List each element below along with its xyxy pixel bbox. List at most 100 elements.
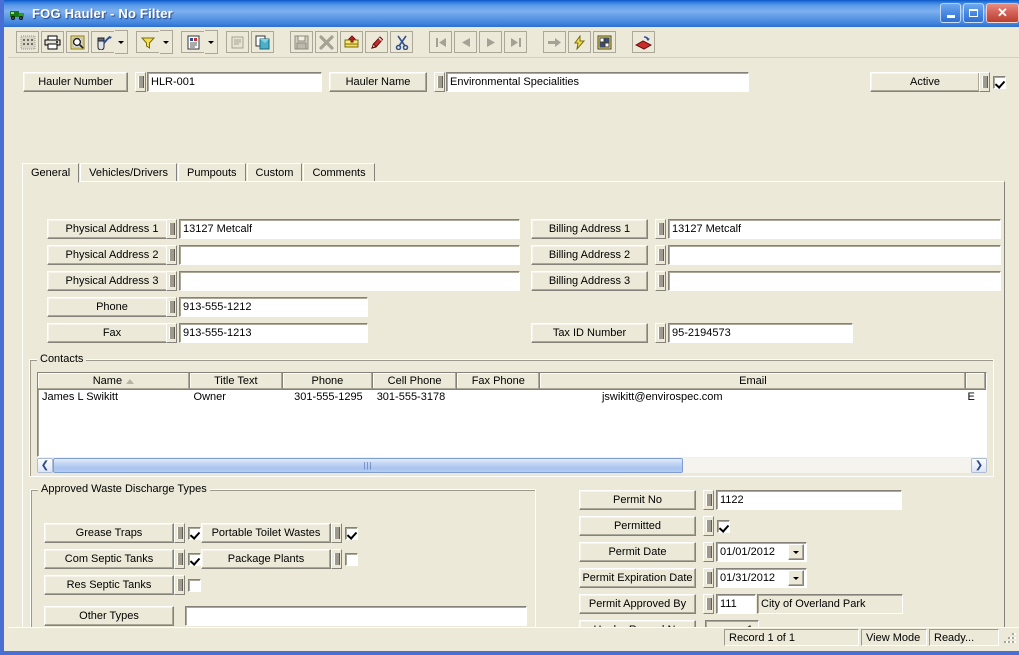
column-header-overflow[interactable]	[966, 373, 986, 390]
phone-label[interactable]: Phone	[47, 297, 177, 317]
billing-address-1-pin[interactable]	[655, 219, 666, 239]
permit-expiration-date-pin[interactable]	[703, 568, 714, 588]
physical-address-3-pin[interactable]	[166, 271, 177, 291]
contacts-horizontal-scrollbar[interactable]: ❮ ||| ❯	[37, 457, 987, 473]
permit-no-pin[interactable]	[703, 490, 714, 510]
print-icon[interactable]	[41, 31, 64, 53]
tab-custom[interactable]: Custom	[246, 163, 303, 182]
new-record-icon[interactable]	[340, 31, 363, 53]
filter-funnel-icon[interactable]	[136, 31, 159, 53]
hauler-name-label[interactable]: Hauler Name	[329, 72, 427, 92]
column-header-phone[interactable]: Phone	[282, 373, 373, 390]
portable-toilet-wastes-label[interactable]: Portable Toilet Wastes	[201, 523, 331, 543]
physical-address-2-input[interactable]	[179, 245, 520, 265]
hauler-name-pin[interactable]	[434, 72, 445, 92]
com-septic-tanks-pin[interactable]	[174, 549, 185, 569]
layout-grid-icon[interactable]	[593, 31, 616, 53]
res-septic-tanks-checkbox[interactable]	[185, 575, 203, 595]
permit-date-label[interactable]: Permit Date	[579, 542, 696, 562]
tab-general[interactable]: General	[22, 163, 80, 183]
hauler-number-pin[interactable]	[135, 72, 146, 92]
active-label[interactable]: Active	[870, 72, 980, 92]
permit-approved-by-pin[interactable]	[703, 594, 714, 614]
permit-expiration-date-label[interactable]: Permit Expiration Date	[579, 568, 696, 588]
close-button[interactable]: ✕	[986, 3, 1019, 23]
filter-dropdown-arrow[interactable]	[160, 30, 173, 54]
package-plants-pin[interactable]	[331, 549, 342, 569]
properties-icon[interactable]	[226, 31, 249, 53]
com-septic-tanks-label[interactable]: Com Septic Tanks	[44, 549, 174, 569]
permitted-pin[interactable]	[703, 516, 714, 536]
cut-scissors-icon[interactable]	[390, 31, 413, 53]
tab-comments[interactable]: Comments	[303, 163, 375, 182]
edit-pencil-icon[interactable]	[365, 31, 388, 53]
physical-address-3-input[interactable]	[179, 271, 520, 291]
grease-traps-label[interactable]: Grease Traps	[44, 523, 174, 543]
physical-address-1-label[interactable]: Physical Address 1	[47, 219, 177, 239]
billing-address-3-pin[interactable]	[655, 271, 666, 291]
billing-address-3-label[interactable]: Billing Address 3	[531, 271, 648, 291]
minimize-button[interactable]	[940, 3, 961, 23]
permit-approved-by-code-input[interactable]: 111	[716, 594, 756, 614]
column-header-cell-phone[interactable]: Cell Phone	[372, 373, 458, 390]
table-view-icon[interactable]	[16, 31, 39, 53]
phone-pin[interactable]	[166, 297, 177, 317]
copy-record-icon[interactable]	[251, 31, 274, 53]
billing-address-1-label[interactable]: Billing Address 1	[531, 219, 648, 239]
billing-address-3-input[interactable]	[668, 271, 1001, 291]
column-header-title-text[interactable]: Title Text	[189, 373, 283, 390]
lightning-icon[interactable]	[568, 31, 591, 53]
grease-traps-pin[interactable]	[174, 523, 185, 543]
package-plants-label[interactable]: Package Plants	[201, 549, 331, 569]
package-plants-checkbox[interactable]	[342, 549, 360, 569]
portable-toilet-wastes-checkbox[interactable]	[342, 523, 360, 543]
contacts-grid[interactable]: Name Title Text Phone Cell Phone Fax Pho…	[37, 372, 987, 457]
exit-icon[interactable]	[632, 31, 655, 53]
scroll-track[interactable]: |||	[53, 457, 971, 473]
report-dropdown-arrow[interactable]	[205, 30, 218, 54]
permitted-checkbox[interactable]	[714, 516, 732, 536]
column-header-email[interactable]: Email	[540, 373, 967, 390]
permit-date-picker[interactable]: 01/01/2012	[716, 542, 807, 562]
resize-grip-icon[interactable]	[1001, 630, 1017, 646]
find-binoculars-icon[interactable]	[91, 31, 114, 53]
other-types-label[interactable]: Other Types	[44, 606, 174, 626]
previous-record-icon[interactable]	[454, 31, 477, 53]
table-row[interactable]: James L Swikitt Owner 301-555-1295 301-5…	[38, 390, 986, 405]
active-checkbox[interactable]	[990, 72, 1008, 92]
tax-id-label[interactable]: Tax ID Number	[531, 323, 648, 343]
physical-address-2-label[interactable]: Physical Address 2	[47, 245, 177, 265]
res-septic-tanks-label[interactable]: Res Septic Tanks	[44, 575, 174, 595]
phone-input[interactable]: 913-555-1212	[179, 297, 368, 317]
next-record-icon[interactable]	[479, 31, 502, 53]
portable-toilet-wastes-pin[interactable]	[331, 523, 342, 543]
scroll-left-arrow-icon[interactable]: ❮	[37, 457, 53, 473]
fax-label[interactable]: Fax	[47, 323, 177, 343]
column-header-fax-phone[interactable]: Fax Phone	[457, 373, 541, 390]
fax-input[interactable]: 913-555-1213	[179, 323, 368, 343]
hauler-number-label[interactable]: Hauler Number	[23, 72, 128, 92]
tab-pumpouts[interactable]: Pumpouts	[178, 163, 246, 182]
permitted-label[interactable]: Permitted	[579, 516, 696, 536]
other-types-input[interactable]	[185, 606, 527, 626]
maximize-button[interactable]	[963, 3, 984, 23]
goto-arrow-icon[interactable]	[543, 31, 566, 53]
physical-address-1-pin-inner[interactable]	[166, 219, 177, 239]
permit-date-pin[interactable]	[703, 542, 714, 562]
permit-no-label[interactable]: Permit No	[579, 490, 696, 510]
report-icon[interactable]	[181, 31, 204, 53]
billing-address-1-input[interactable]: 13127 Metcalf	[668, 219, 1001, 239]
column-header-name[interactable]: Name	[38, 373, 190, 390]
billing-address-2-pin[interactable]	[655, 245, 666, 265]
scroll-thumb[interactable]: |||	[53, 457, 683, 473]
scroll-right-arrow-icon[interactable]: ❯	[971, 457, 987, 473]
tax-id-pin[interactable]	[655, 323, 666, 343]
permit-expiration-date-picker[interactable]: 01/31/2012	[716, 568, 807, 588]
permit-date-dropdown-icon[interactable]	[788, 544, 804, 560]
permit-no-input[interactable]: 1122	[716, 490, 902, 510]
hauler-number-input[interactable]: HLR-001	[147, 72, 322, 92]
tab-vehicles-drivers[interactable]: Vehicles/Drivers	[80, 163, 177, 182]
active-pin[interactable]	[979, 72, 990, 92]
physical-address-3-label[interactable]: Physical Address 3	[47, 271, 177, 291]
res-septic-tanks-pin[interactable]	[174, 575, 185, 595]
